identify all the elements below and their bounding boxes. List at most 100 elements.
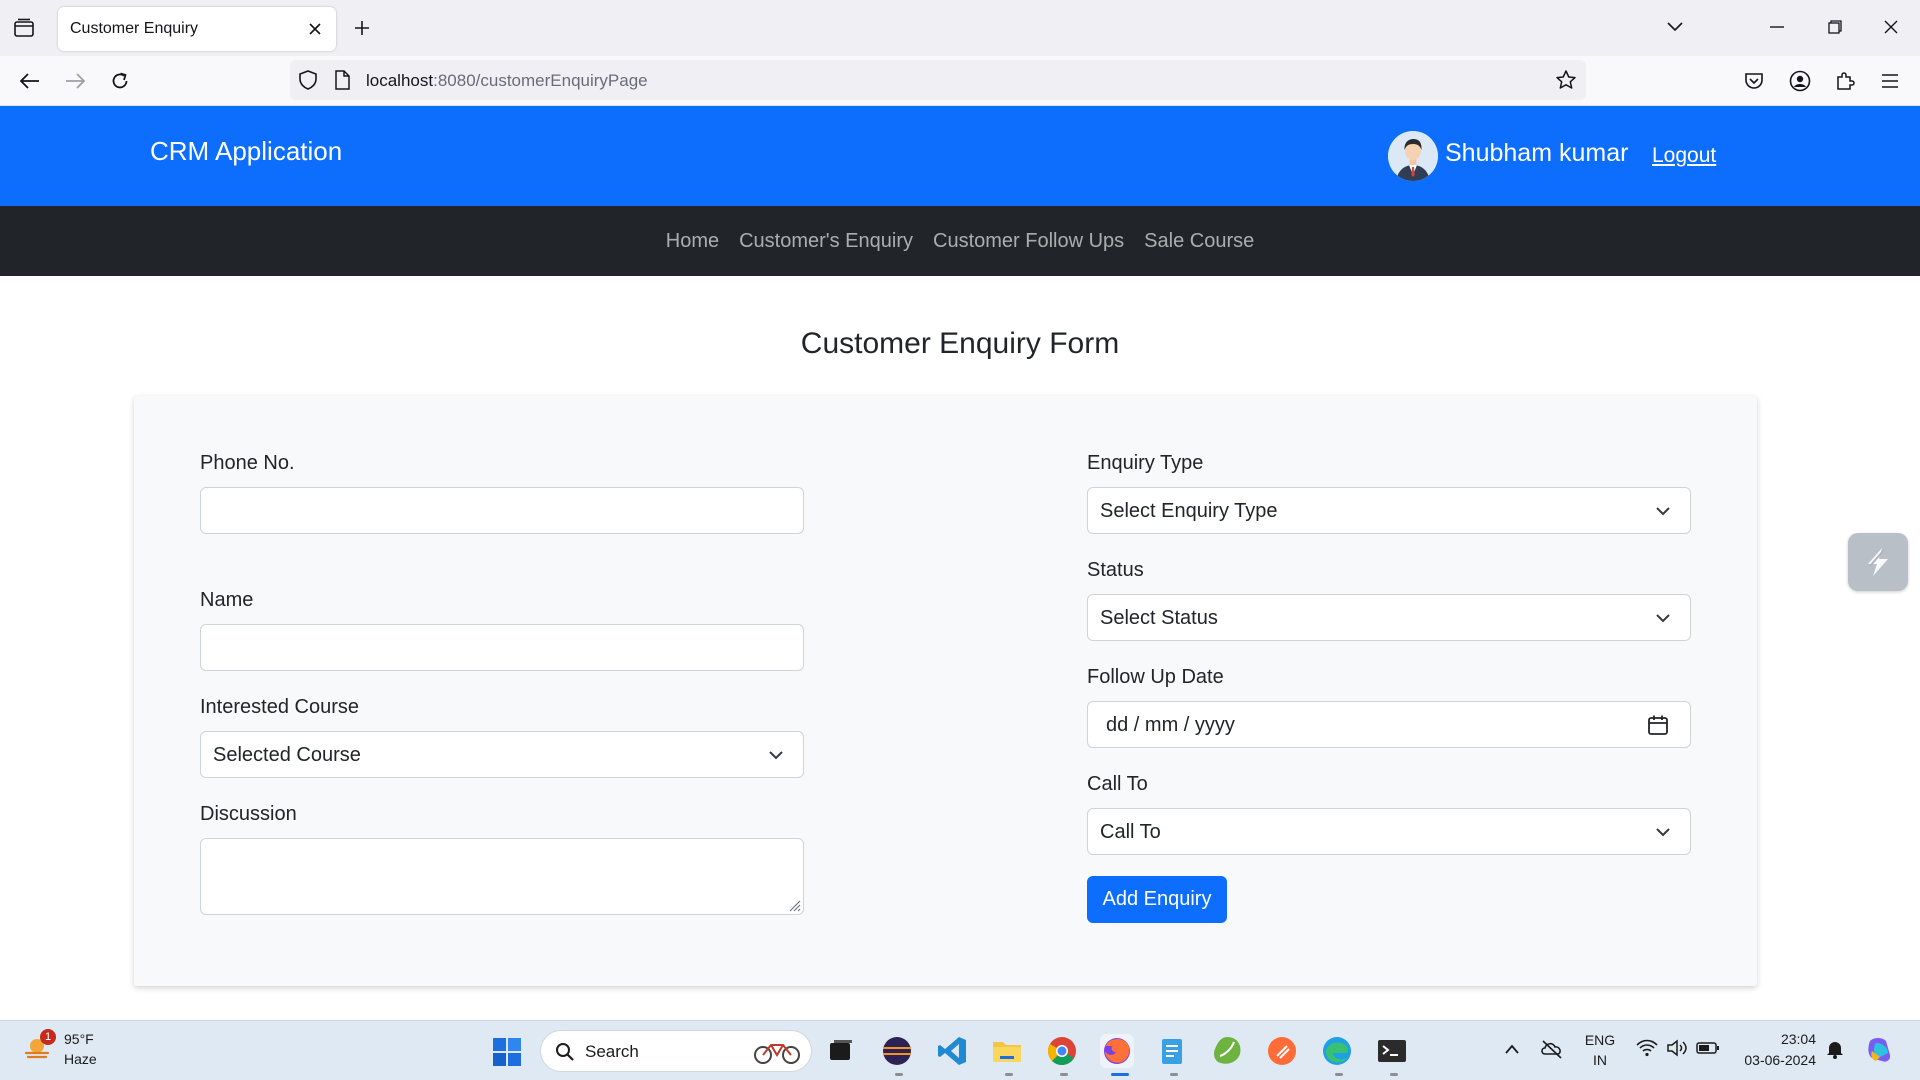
enquiry-type-select[interactable]: Select Enquiry Type bbox=[1087, 487, 1691, 534]
menu-hamburger-icon[interactable] bbox=[1874, 65, 1906, 97]
notepad-app-icon[interactable] bbox=[1155, 1034, 1189, 1068]
page-info-icon[interactable] bbox=[334, 70, 350, 95]
search-label: Search bbox=[585, 1042, 639, 1061]
chrome-app-icon[interactable] bbox=[1045, 1034, 1079, 1068]
floating-widget-icon[interactable] bbox=[1848, 533, 1908, 591]
avatar bbox=[1388, 131, 1438, 181]
terminal-app-icon[interactable] bbox=[1375, 1034, 1409, 1068]
language-top[interactable]: ENG bbox=[1584, 1032, 1616, 1048]
discussion-label: Discussion bbox=[200, 803, 297, 825]
windows-start-icon[interactable] bbox=[492, 1037, 522, 1067]
nav-home[interactable]: Home bbox=[666, 230, 719, 253]
page-title: Customer Enquiry Form bbox=[800, 327, 1120, 360]
eclipse-app-icon[interactable] bbox=[880, 1034, 914, 1068]
weather-condition[interactable]: Haze bbox=[64, 1051, 97, 1067]
username: Shubham kumar bbox=[1445, 139, 1629, 167]
firefox-app-icon[interactable] bbox=[1100, 1034, 1134, 1068]
app-header: CRM Application Shubham kumar Logout bbox=[0, 106, 1920, 206]
edge-app-icon[interactable] bbox=[1320, 1034, 1354, 1068]
minimize-icon[interactable] bbox=[1762, 12, 1792, 42]
running-indicator bbox=[1390, 1073, 1398, 1076]
call-to-select-value: Call To bbox=[1100, 821, 1161, 843]
notification-bell-icon[interactable] bbox=[1826, 1039, 1844, 1059]
logout-link[interactable]: Logout bbox=[1652, 144, 1716, 168]
spring-tool-icon[interactable] bbox=[1210, 1034, 1244, 1068]
clock-date[interactable]: 03-06-2024 bbox=[1720, 1052, 1816, 1068]
extensions-icon[interactable] bbox=[1829, 65, 1861, 97]
chevron-down-icon bbox=[1656, 614, 1670, 623]
running-indicator bbox=[1335, 1073, 1343, 1076]
followup-date-input[interactable]: dd / mm / yyyy bbox=[1087, 701, 1691, 748]
url-path: :8080/customerEnquiryPage bbox=[433, 71, 648, 90]
status-select-value: Select Status bbox=[1100, 607, 1218, 629]
back-icon[interactable] bbox=[14, 65, 46, 97]
course-select[interactable]: Selected Course bbox=[200, 731, 804, 778]
call-to-select[interactable]: Call To bbox=[1087, 808, 1691, 855]
followup-date-placeholder: dd / mm / yyyy bbox=[1106, 714, 1235, 736]
running-indicator bbox=[895, 1073, 903, 1076]
forward-icon[interactable] bbox=[59, 65, 91, 97]
followup-date-label: Follow Up Date bbox=[1087, 666, 1224, 688]
file-explorer-icon[interactable] bbox=[990, 1034, 1024, 1068]
nav-sale-course[interactable]: Sale Course bbox=[1144, 230, 1254, 253]
course-label: Interested Course bbox=[200, 696, 359, 718]
main-nav: Home Customer's Enquiry Customer Follow … bbox=[0, 206, 1920, 276]
name-label: Name bbox=[200, 589, 254, 611]
running-indicator bbox=[1005, 1073, 1013, 1076]
wifi-icon[interactable] bbox=[1636, 1039, 1658, 1057]
enquiry-type-label: Enquiry Type bbox=[1087, 452, 1204, 474]
postman-app-icon[interactable] bbox=[1265, 1034, 1299, 1068]
resize-handle-icon[interactable] bbox=[787, 898, 801, 912]
enquiry-type-select-value: Select Enquiry Type bbox=[1100, 500, 1278, 522]
discussion-textarea[interactable] bbox=[200, 838, 804, 915]
search-icon bbox=[556, 1043, 574, 1061]
weather-temp[interactable]: 95°F bbox=[64, 1031, 94, 1047]
language-bottom[interactable]: IN bbox=[1584, 1052, 1616, 1068]
course-select-value: Selected Course bbox=[213, 744, 361, 766]
status-label: Status bbox=[1087, 559, 1144, 581]
url-text[interactable]: localhost:8080/customerEnquiryPage bbox=[366, 71, 648, 91]
status-select[interactable]: Select Status bbox=[1087, 594, 1691, 641]
chevron-down-icon bbox=[769, 751, 783, 760]
address-bar[interactable]: localhost:8080/customerEnquiryPage bbox=[290, 60, 1586, 100]
call-to-label: Call To bbox=[1087, 773, 1148, 795]
new-tab-icon[interactable] bbox=[348, 14, 376, 42]
tab-list-icon[interactable] bbox=[10, 14, 38, 42]
chevron-down-icon bbox=[1656, 828, 1670, 837]
chevron-down-icon[interactable] bbox=[1660, 12, 1690, 42]
phone-label: Phone No. bbox=[200, 452, 295, 474]
pocket-icon[interactable] bbox=[1738, 65, 1770, 97]
close-window-icon[interactable] bbox=[1876, 12, 1906, 42]
clock-time[interactable]: 23:04 bbox=[1736, 1031, 1816, 1047]
brand-title[interactable]: CRM Application bbox=[150, 136, 342, 167]
browser-toolbar: localhost:8080/customerEnquiryPage bbox=[0, 56, 1920, 106]
volume-icon[interactable] bbox=[1666, 1039, 1688, 1057]
name-input[interactable] bbox=[200, 624, 804, 671]
browser-tab-bar: Customer Enquiry bbox=[0, 0, 1920, 56]
nav-customers-enquiry[interactable]: Customer's Enquiry bbox=[739, 230, 913, 253]
restore-icon[interactable] bbox=[1820, 12, 1850, 42]
tab-close-icon[interactable] bbox=[304, 18, 326, 40]
chevron-down-icon bbox=[1656, 507, 1670, 516]
calendar-icon[interactable] bbox=[1646, 713, 1670, 737]
reload-icon[interactable] bbox=[104, 65, 136, 97]
nav-customer-follow-ups[interactable]: Customer Follow Ups bbox=[933, 230, 1124, 253]
battery-icon[interactable] bbox=[1696, 1041, 1720, 1055]
taskbar-search[interactable]: Search bbox=[540, 1030, 812, 1072]
active-indicator bbox=[1111, 1073, 1129, 1076]
add-enquiry-button[interactable]: Add Enquiry bbox=[1087, 876, 1227, 923]
copilot-icon[interactable] bbox=[1864, 1035, 1894, 1065]
vscode-app-icon[interactable] bbox=[935, 1034, 969, 1068]
task-view-icon[interactable] bbox=[824, 1034, 858, 1068]
chevron-up-icon[interactable] bbox=[1504, 1043, 1520, 1055]
phone-input[interactable] bbox=[200, 487, 804, 534]
account-icon[interactable] bbox=[1784, 65, 1816, 97]
onedrive-offline-icon[interactable] bbox=[1540, 1038, 1564, 1060]
browser-tab-active[interactable]: Customer Enquiry bbox=[58, 7, 336, 51]
bookmark-star-icon[interactable] bbox=[1555, 69, 1577, 96]
os-taskbar: 1 95°F Haze Search ENG IN 23:04 03-06-20… bbox=[0, 1020, 1920, 1080]
bicycle-icon bbox=[754, 1044, 800, 1064]
running-indicator bbox=[1170, 1073, 1178, 1076]
tab-title: Customer Enquiry bbox=[70, 20, 199, 37]
shield-icon[interactable] bbox=[299, 70, 317, 95]
